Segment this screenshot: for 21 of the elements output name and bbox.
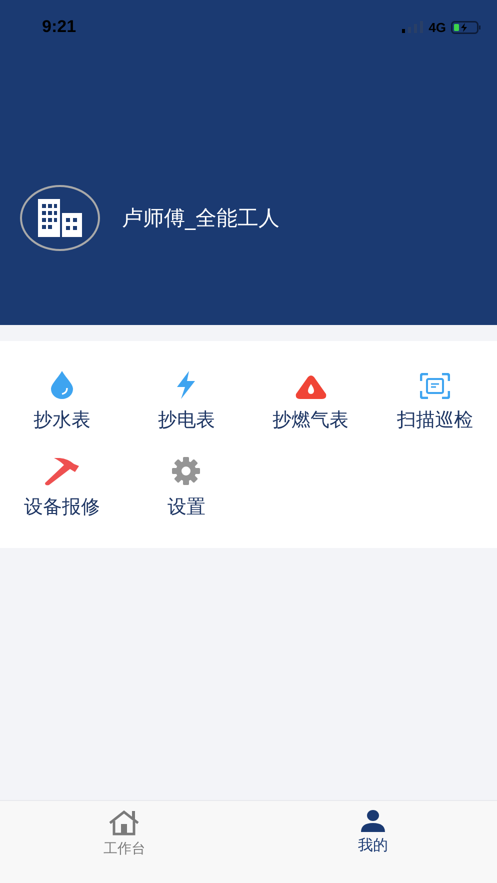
user-name: 卢师傅_全能工人 <box>122 205 280 232</box>
menu-item[interactable]: 抄电表 <box>124 356 248 443</box>
signal-icon <box>402 21 424 33</box>
scan-icon <box>420 373 450 399</box>
menu-item[interactable]: 抄燃气表 <box>248 356 373 443</box>
menu-item[interactable]: 设置 <box>124 443 248 530</box>
settings-icon <box>171 456 202 486</box>
tab[interactable]: 我的 <box>248 801 497 883</box>
menu-item[interactable]: 扫描巡检 <box>372 356 497 443</box>
water-drop-icon <box>50 371 74 399</box>
tab[interactable]: 工作台 <box>0 801 248 883</box>
menu-item[interactable]: 设备报修 <box>0 443 124 530</box>
buildings-icon <box>38 199 82 237</box>
hammer-icon <box>44 458 80 486</box>
person-icon <box>360 810 385 832</box>
menu-item[interactable]: 抄水表 <box>0 356 124 443</box>
home-icon <box>108 810 140 836</box>
network-label: 4G <box>428 20 446 34</box>
status-time: 9:21 <box>42 17 76 37</box>
battery-icon <box>451 20 481 34</box>
flame-icon <box>294 375 327 399</box>
